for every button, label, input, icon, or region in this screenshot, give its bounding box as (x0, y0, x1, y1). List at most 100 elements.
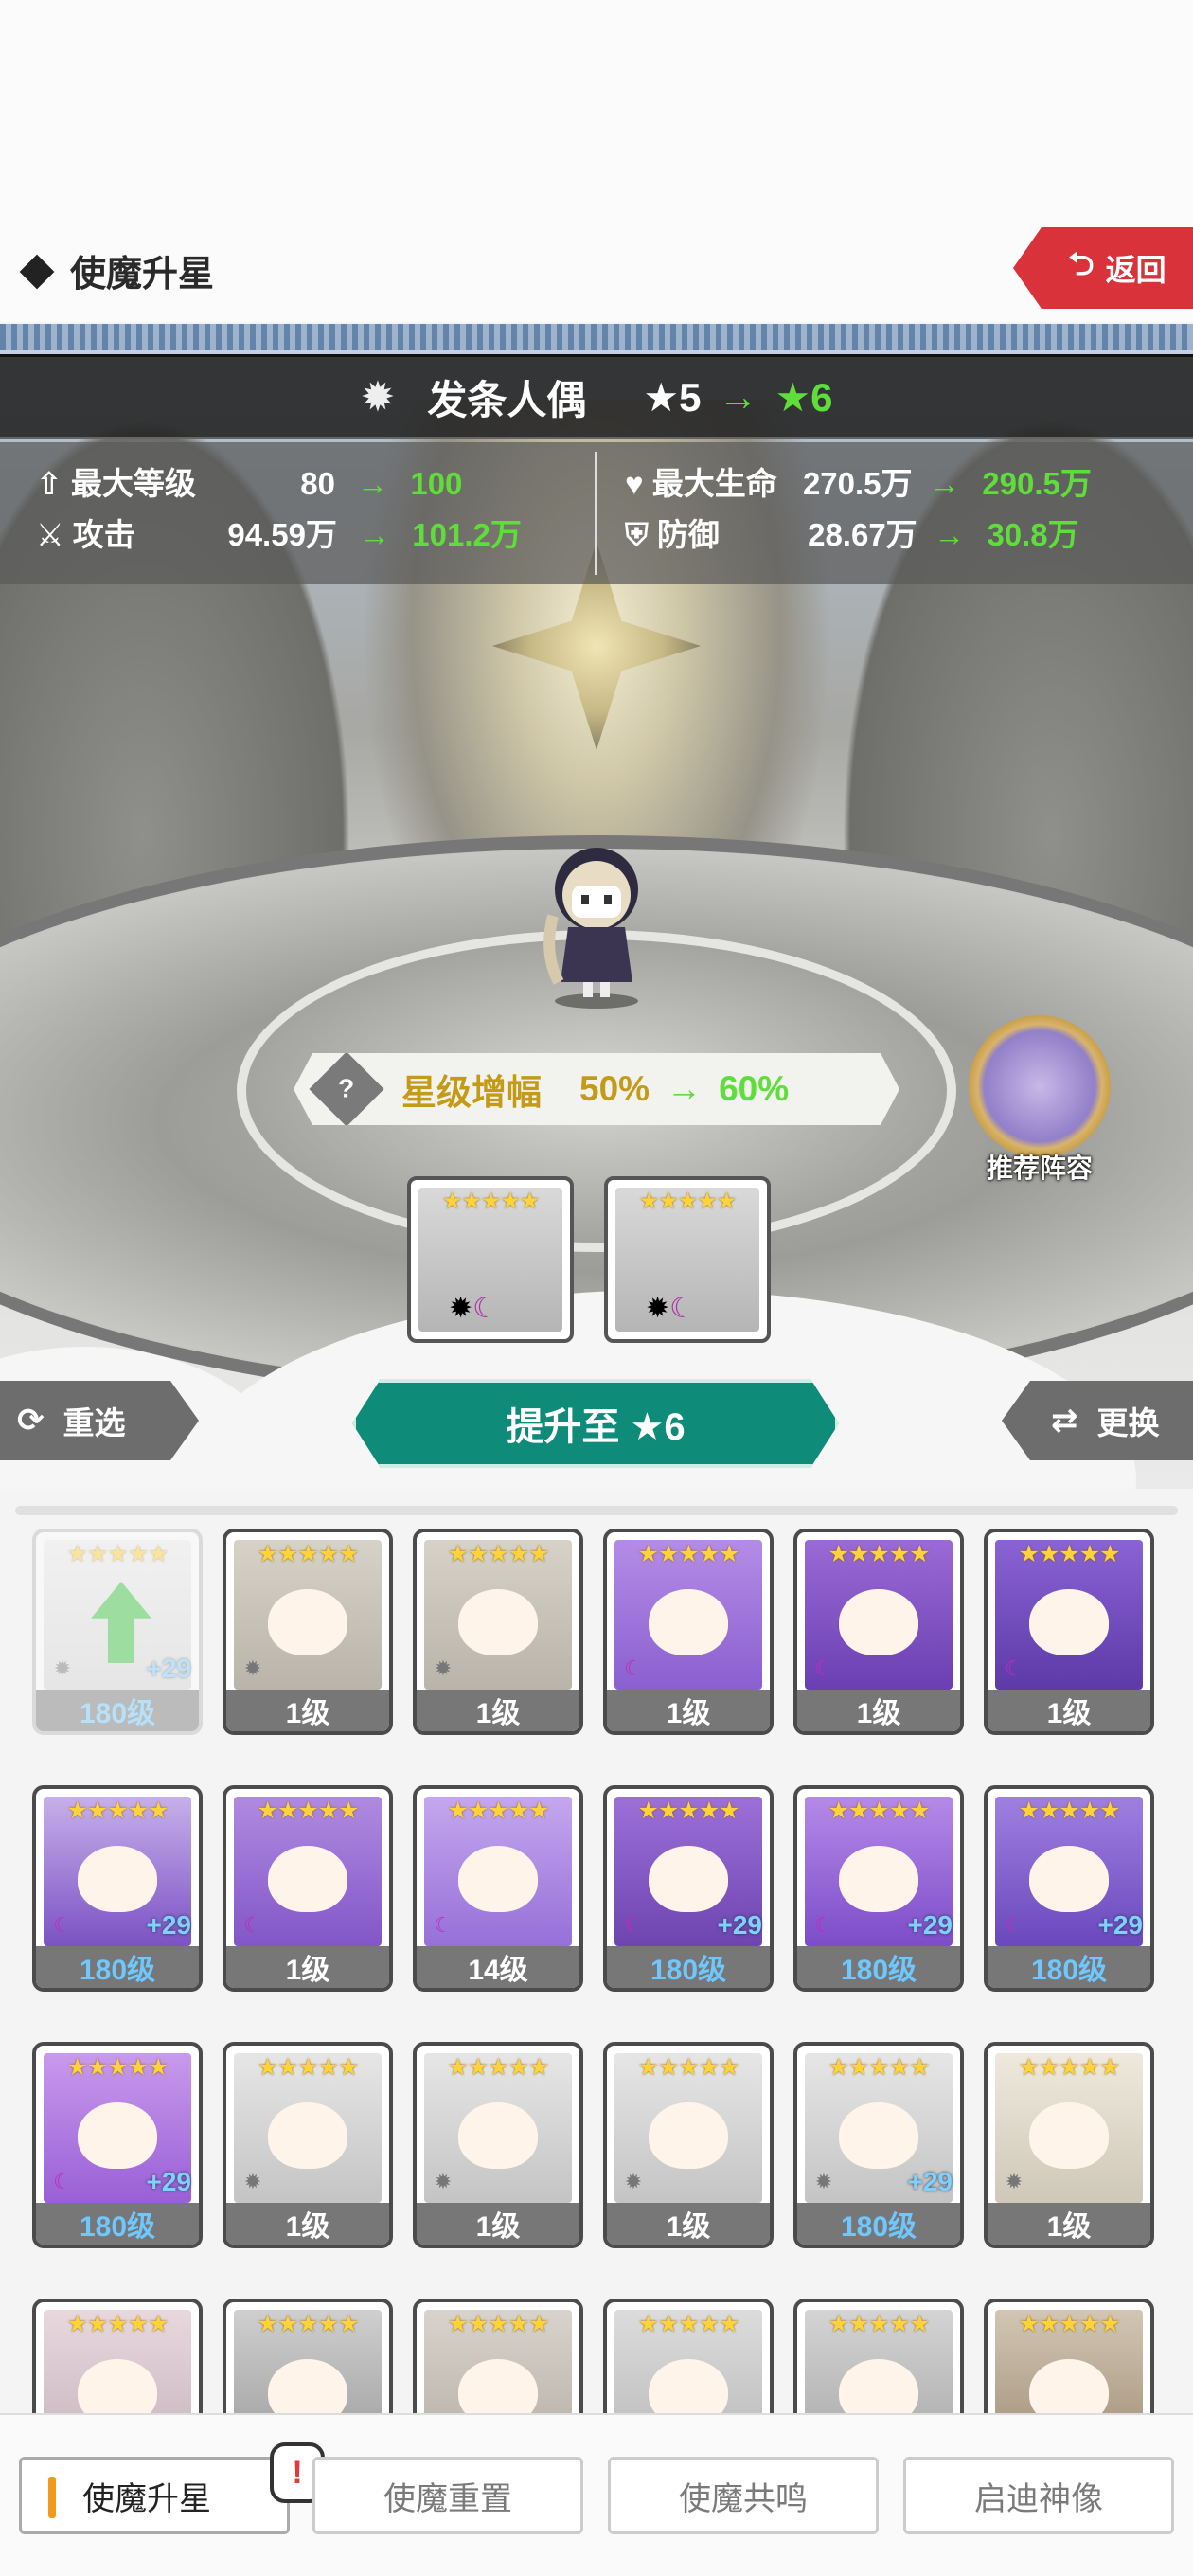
help-icon-glyph: ? (338, 1073, 355, 1103)
promote-label: 提升至 ★6 (506, 1406, 686, 1448)
sun-element-icon: ✹ (1005, 2170, 1024, 2193)
stat-from: 94.59万 (227, 517, 337, 552)
sun-element-icon: ✹ (243, 2170, 262, 2193)
moon-element-icon: ☾ (1005, 1913, 1024, 1937)
reselect-button[interactable]: ⟳ 重选 (0, 1381, 199, 1460)
enhance-count: +29 (146, 2167, 192, 2196)
card-stars: ★★★★★ (828, 2054, 930, 2081)
familiar-card[interactable]: ★★★★★ ✹ 1级 (413, 1529, 583, 1735)
familiar-name: 发条人偶 (427, 377, 587, 422)
stat-label: 防御 (656, 517, 720, 552)
character-face (649, 1846, 728, 1912)
familiar-card[interactable]: ★★★★★ (223, 2299, 393, 2415)
card-stars: ★★★★★ (1018, 1798, 1120, 1824)
card-stars: ★★★★★ (828, 2311, 930, 2337)
sun-element-icon: ✹ (646, 1293, 670, 1324)
stat-label: 最大生命 (651, 466, 777, 501)
familiar-card[interactable]: ★★★★★ (793, 2299, 964, 2415)
tab-star-up[interactable]: 使魔升星 ! (19, 2442, 325, 2534)
character-face (458, 2102, 538, 2169)
recommend-lineup-button[interactable]: 推荐阵容 (964, 1015, 1115, 1183)
card-level: 1级 (417, 1690, 579, 1731)
back-button[interactable]: ⮌ 返回 (1013, 227, 1193, 309)
card-stars: ★★★★★ (66, 1798, 169, 1824)
character-face (839, 2102, 918, 2169)
familiar-card[interactable]: ★★★★★ ✹ 1级 (223, 2042, 393, 2248)
tab-statue[interactable]: 启迪神像 (903, 2457, 1174, 2534)
familiar-card[interactable]: ★★★★★ ☾ +29 180级 (984, 1785, 1154, 1992)
card-stars: ★★★★★ (637, 2054, 739, 2081)
diamond-icon (19, 254, 55, 290)
bonus-arrow: → (667, 1069, 703, 1108)
card-stars: ★★★★★ (1018, 2054, 1120, 2081)
stat-defense: ⛨ 防御 28.67万 → 30.8万 (625, 510, 1079, 555)
familiar-card[interactable]: ★★★★★ ✹ 1级 (413, 2042, 583, 2248)
promote-button[interactable]: 提升至 ★6 (352, 1379, 839, 1468)
return-arrow-icon: ⮌ (1068, 245, 1095, 282)
familiar-card[interactable]: ★★★★★ ✹ 1级 (984, 2042, 1154, 2248)
character-face (268, 1589, 347, 1655)
bonus-to: 60% (719, 1069, 790, 1108)
enhance-count: +29 (146, 1910, 192, 1940)
familiar-card[interactable]: ★★★★★ ☾ 1级 (793, 1529, 964, 1735)
card-level: 1级 (607, 2203, 770, 2245)
familiar-name-bar: ✹ 发条人偶 ★5 → ★6 (0, 354, 1193, 439)
stat-max-level: ⇧ 最大等级 80 → 100 (36, 458, 462, 504)
star-from: ★5 (643, 374, 702, 420)
character-face (839, 1589, 918, 1655)
tab-reset[interactable]: 使魔重置 (312, 2457, 583, 2534)
card-stars: ★★★★★ (447, 2311, 549, 2337)
card-level: 1级 (417, 2203, 579, 2245)
reselect-label: 重选 (62, 1405, 126, 1440)
familiar-card[interactable]: ★★★★★ (984, 2299, 1154, 2415)
moon-element-icon: ☾ (1005, 1656, 1024, 1680)
familiar-card[interactable]: ★★★★★ ✹ +29 180级 (793, 2042, 964, 2248)
moon-element-icon: ☾ (53, 2170, 72, 2193)
familiar-card[interactable]: ★★★★★ (413, 2299, 583, 2415)
card-level: 180级 (36, 1690, 199, 1731)
character-face (458, 1846, 538, 1912)
familiar-card[interactable]: ★★★★★ ☾ +29 180级 (603, 1785, 774, 1992)
familiar-card[interactable]: ★★★★★ ✹ 1级 (223, 1529, 393, 1735)
material-slot-2[interactable]: ★★★★★ ✹☾ (604, 1176, 771, 1343)
page-title-text: 使魔升星 (70, 255, 215, 295)
stat-to: 290.5万 (982, 466, 1092, 501)
swap-button[interactable]: ⇄ 更换 (1002, 1381, 1193, 1460)
familiar-card[interactable]: ★★★★★ (603, 2299, 774, 2415)
notification-mark: ! (292, 2454, 303, 2491)
familiar-card[interactable]: ★★★★★ ☾ +29 180级 (32, 2042, 203, 2248)
familiar-card[interactable]: ★★★★★ ☾ 1级 (223, 1785, 393, 1992)
bottom-nav: 使魔升星 ! 使魔重置 使魔共鸣 启迪神像 (0, 2413, 1193, 2576)
moon-element-icon: ☾ (624, 1913, 643, 1937)
familiar-card[interactable]: ★★★★★ ☾ +29 180级 (793, 1785, 964, 1992)
scroll-indicator[interactable] (15, 1506, 1178, 1515)
moon-element-icon: ☾ (472, 1293, 499, 1324)
card-stars: ★★★★★ (257, 2054, 359, 2081)
stat-label: 攻击 (72, 517, 135, 552)
swap-arrows-icon: ⇄ (1051, 1403, 1078, 1439)
character-face (649, 1589, 728, 1655)
tab-resonance[interactable]: 使魔共鸣 (608, 2457, 879, 2534)
material-slot-1[interactable]: ★★★★★ ✹☾ (407, 1176, 574, 1343)
familiar-card[interactable]: ★★★★★ ☾ +29 180级 (32, 1785, 203, 1992)
familiar-card[interactable]: ★★★★★ ☾ 1级 (603, 1529, 774, 1735)
swap-label: 更换 (1096, 1405, 1160, 1440)
help-icon[interactable]: ? (309, 1051, 383, 1126)
enhance-count: +29 (1097, 1910, 1144, 1940)
shield-icon: ⛨ (625, 517, 649, 552)
familiar-card[interactable]: ★★★★★ ✹ +29 180级 (32, 1529, 203, 1735)
tab-label: 使魔重置 (383, 2480, 512, 2517)
card-level: 1级 (988, 1690, 1150, 1731)
character-face (1029, 2102, 1109, 2169)
card-stars: ★★★★★ (637, 2311, 739, 2337)
familiar-card[interactable]: ★★★★★ ☾ 14级 (413, 1785, 583, 1992)
card-stars: ★★★★★ (447, 2054, 549, 2081)
familiar-character (543, 848, 638, 1009)
familiar-card[interactable]: ★★★★★ (32, 2299, 203, 2415)
stat-arrow: → (929, 466, 961, 501)
enhance-count: +29 (907, 2167, 953, 2196)
familiar-card[interactable]: ★★★★★ ☾ 1级 (984, 1529, 1154, 1735)
familiar-card[interactable]: ★★★★★ ✹ 1级 (603, 2042, 774, 2248)
card-level: 180级 (797, 2203, 960, 2245)
stat-to: 101.2万 (412, 517, 522, 552)
